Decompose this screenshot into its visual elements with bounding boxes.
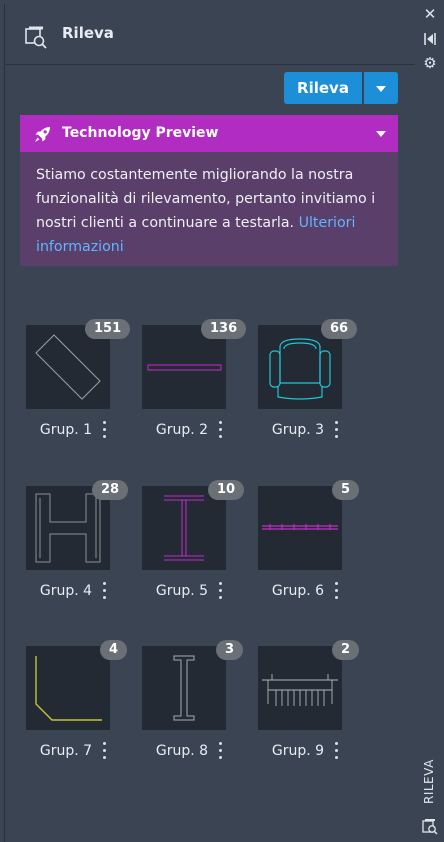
count-badge: 10 — [208, 480, 245, 500]
palette-side-bar: ✕ ⚙ RILEVA — [415, 0, 444, 842]
palette-side-label[interactable]: RILEVA — [422, 759, 438, 820]
chevron-down-icon — [376, 86, 386, 92]
count-badge: 3 — [216, 640, 244, 660]
rileva-dropdown-button[interactable] — [364, 72, 398, 104]
technology-preview-banner: Technology Preview Stiamo costantemente … — [20, 115, 398, 266]
more-options-icon[interactable] — [102, 582, 108, 602]
group-card[interactable]: 4 Grup. 7 — [26, 640, 128, 766]
group-thumbnail[interactable] — [142, 646, 226, 730]
group-name: Grup. 5 — [155, 583, 209, 599]
group-name: Grup. 6 — [271, 583, 325, 599]
more-options-icon[interactable] — [218, 582, 224, 602]
group-card[interactable]: 151 Grup. 1 — [26, 319, 131, 445]
rocket-icon — [35, 127, 50, 142]
technology-preview-title: Technology Preview — [62, 125, 219, 141]
group-card[interactable]: 5 Grup. 6 — [258, 480, 360, 606]
group-card[interactable]: 3 Grup. 8 — [142, 640, 244, 766]
panel-title: Rileva — [62, 24, 114, 42]
technology-preview-header[interactable]: Technology Preview — [20, 115, 398, 152]
group-name: Grup. 3 — [271, 422, 325, 438]
count-badge: 5 — [332, 480, 360, 500]
more-options-icon[interactable] — [218, 742, 224, 762]
more-options-icon[interactable] — [102, 421, 108, 441]
group-name: Grup. 7 — [39, 743, 93, 759]
technology-preview-text: Stiamo costantemente migliorando la nost… — [36, 163, 388, 259]
group-thumbnail[interactable] — [26, 646, 110, 730]
group-thumbnail[interactable] — [258, 486, 342, 570]
count-badge: 151 — [85, 319, 131, 339]
count-badge: 28 — [92, 480, 129, 500]
more-options-icon[interactable] — [102, 742, 108, 762]
group-card[interactable]: 136 Grup. 2 — [142, 319, 247, 445]
rileva-panel: Rileva Rileva Technology Preview Stiamo … — [4, 4, 415, 842]
group-name: Grup. 8 — [155, 743, 209, 759]
group-card[interactable]: 10 Grup. 5 — [142, 480, 245, 606]
more-options-icon[interactable] — [218, 421, 224, 441]
palette-side-label-text: RILEVA — [422, 759, 436, 804]
group-card[interactable]: 28 Grup. 4 — [26, 480, 129, 606]
group-name: Grup. 2 — [155, 422, 209, 438]
gear-icon[interactable]: ⚙ — [421, 54, 439, 72]
more-options-icon[interactable] — [334, 742, 340, 762]
rileva-icon[interactable] — [421, 818, 439, 836]
count-badge: 2 — [332, 640, 360, 660]
count-badge: 4 — [100, 640, 128, 660]
more-options-icon[interactable] — [334, 421, 340, 441]
close-icon[interactable]: ✕ — [421, 5, 439, 23]
auto-hide-icon[interactable] — [421, 30, 439, 48]
count-badge: 66 — [321, 319, 358, 339]
group-name: Grup. 4 — [39, 583, 93, 599]
more-options-icon[interactable] — [334, 582, 340, 602]
group-thumbnail[interactable] — [258, 646, 342, 730]
group-card[interactable]: 66 Grup. 3 — [258, 319, 358, 445]
count-badge: 136 — [201, 319, 247, 339]
group-card[interactable]: 2 Grup. 9 — [258, 640, 360, 766]
group-name: Grup. 9 — [271, 743, 325, 759]
rileva-icon — [25, 26, 47, 49]
panel-header: Rileva — [5, 4, 415, 65]
chevron-down-icon — [376, 131, 386, 137]
rileva-button[interactable]: Rileva — [284, 72, 362, 104]
group-name: Grup. 1 — [39, 422, 93, 438]
